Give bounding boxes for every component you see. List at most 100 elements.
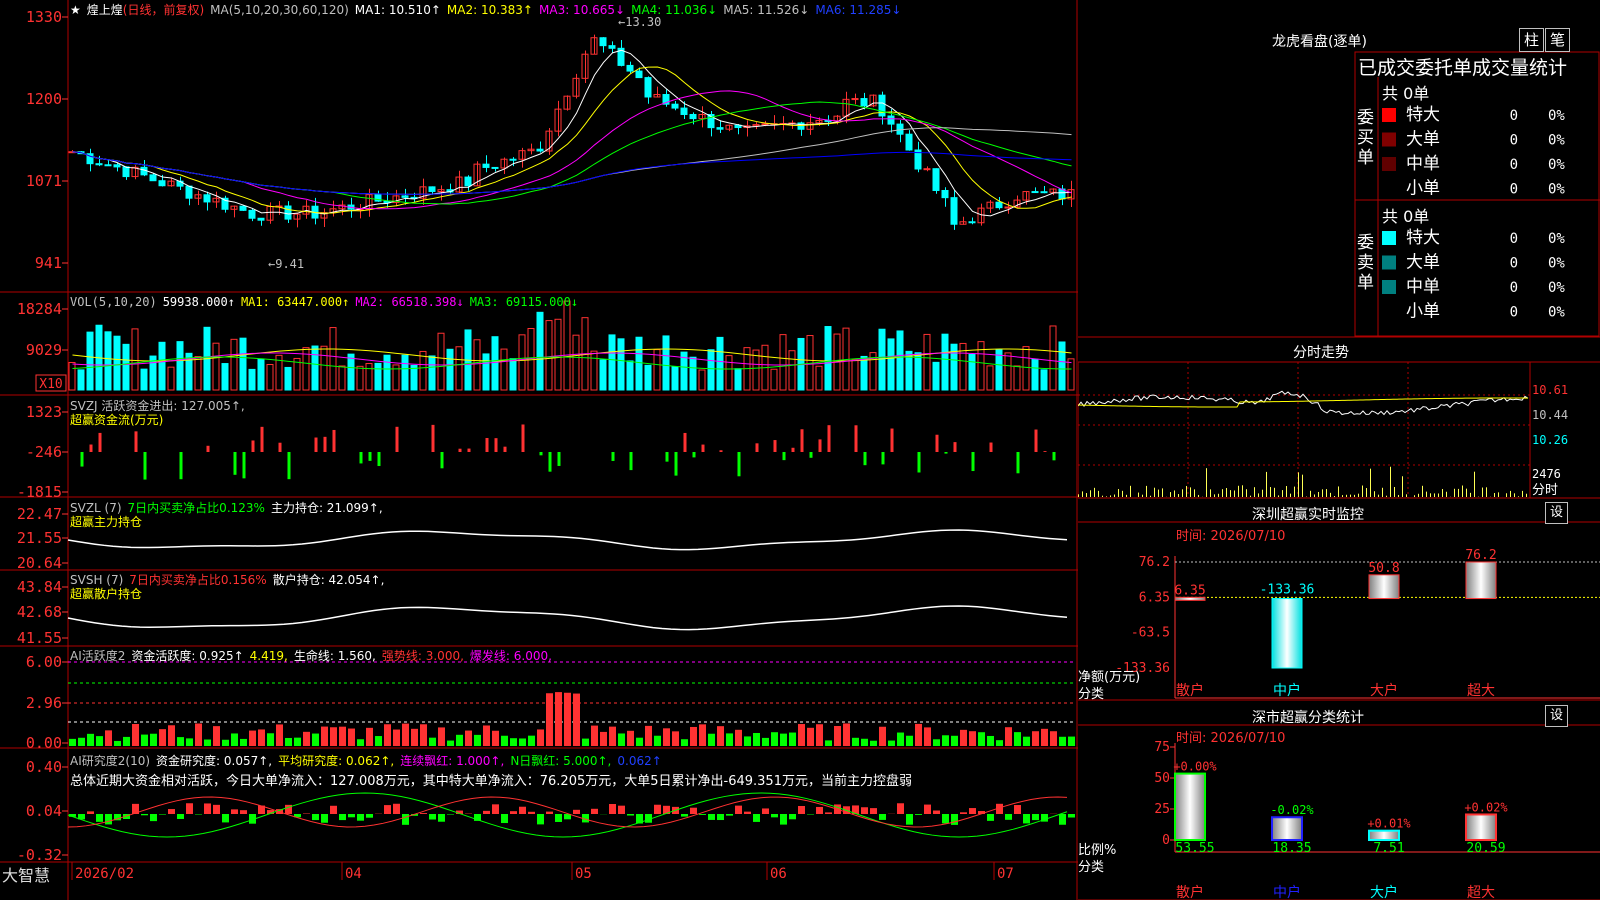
svzj-bar bbox=[557, 452, 561, 466]
ai1-bar bbox=[438, 727, 445, 746]
svsh-sub: 超赢散户持仓 bbox=[70, 587, 143, 601]
volume-bar bbox=[1013, 365, 1021, 391]
ai2-bar bbox=[393, 803, 400, 814]
sell-row-count: 0 bbox=[1510, 231, 1518, 247]
ai2-bar bbox=[177, 814, 184, 819]
ma3-value: MA3: 10.665↓ bbox=[539, 3, 626, 17]
volume-bar bbox=[617, 338, 625, 391]
x-axis-label: 07 bbox=[997, 866, 1014, 882]
volume-bar bbox=[212, 342, 220, 391]
volume-bar bbox=[977, 341, 985, 391]
svzj-bar bbox=[278, 442, 282, 452]
intraday-vol-bar bbox=[1482, 487, 1483, 497]
candle-body bbox=[149, 174, 157, 182]
sell-row-label: 小单 bbox=[1406, 302, 1440, 322]
intraday-vol-bar bbox=[1150, 495, 1151, 497]
ai2-bar bbox=[987, 814, 994, 821]
sell-total: 共 0单 bbox=[1382, 207, 1430, 226]
ai1-bar bbox=[735, 729, 742, 746]
ai2-bar bbox=[87, 811, 94, 814]
volume-bar bbox=[824, 326, 832, 391]
volume-bar bbox=[113, 335, 121, 391]
ai1-bar bbox=[789, 732, 796, 746]
intraday-vol-bar bbox=[1326, 489, 1327, 497]
bar-view-button[interactable]: 柱 bbox=[1519, 28, 1544, 52]
price-axis-label: 941 bbox=[35, 254, 62, 272]
svzj-bar bbox=[881, 452, 885, 465]
intraday-vol-bar bbox=[1110, 495, 1111, 497]
ai2-bar bbox=[492, 804, 499, 814]
intraday-vol-bar bbox=[1158, 489, 1159, 497]
x-axis-label: 06 bbox=[770, 866, 787, 882]
sell-row-pct: 0% bbox=[1548, 305, 1565, 321]
candle-body bbox=[635, 70, 643, 79]
candle-body bbox=[284, 205, 292, 220]
ai2-bar bbox=[861, 807, 868, 814]
dragon-tabs[interactable]: 已成交委托单成交量统计 bbox=[1358, 53, 1567, 80]
volume-bar bbox=[356, 365, 364, 391]
buy-row-label: 大单 bbox=[1406, 130, 1440, 150]
ai1-info-line: AI活跃度2 资金活跃度: 0.925↑ 4.419, 生命线: 1.560, 强势线:… bbox=[70, 647, 558, 664]
classify-y-label: 50 bbox=[1154, 771, 1170, 786]
intraday-vol-bar bbox=[1258, 493, 1259, 497]
sell-row-pct: 0% bbox=[1548, 280, 1565, 296]
candle-body bbox=[1040, 191, 1048, 194]
volume-bar bbox=[482, 353, 490, 391]
sell-row-pct: 0% bbox=[1548, 231, 1565, 247]
ai1-bar bbox=[456, 734, 463, 746]
intraday-vol-bar bbox=[1358, 493, 1359, 497]
volume-bar bbox=[518, 334, 526, 391]
ai2-bar bbox=[690, 807, 697, 814]
svzj-bar bbox=[458, 448, 462, 452]
intraday-vol-bar bbox=[1270, 487, 1271, 497]
classify-y-label: 0 bbox=[1162, 833, 1170, 848]
ma2-value: MA2: 10.383↑ bbox=[446, 3, 533, 17]
volume-bar bbox=[689, 356, 697, 391]
volume-bar bbox=[770, 368, 778, 391]
svzj-bar bbox=[485, 437, 489, 452]
volume-bar bbox=[158, 341, 166, 391]
intraday-vol-bar bbox=[1082, 491, 1083, 497]
ai2-bar bbox=[429, 814, 436, 820]
monitor-bar-label: 6.35 bbox=[1174, 583, 1205, 598]
ai1-bar bbox=[330, 727, 337, 746]
intraday-vol-bar bbox=[1506, 493, 1507, 497]
intraday-vol-bar bbox=[1298, 472, 1299, 497]
ai1-bar bbox=[915, 723, 922, 746]
volume-bar bbox=[563, 300, 571, 391]
ai2-bar bbox=[681, 814, 688, 817]
intraday-vol-bar bbox=[1486, 487, 1487, 497]
ai2-bar bbox=[654, 804, 661, 814]
ai2-bar bbox=[951, 814, 958, 825]
ai1-bar bbox=[357, 739, 364, 746]
svzj-bar bbox=[440, 452, 444, 469]
ai2-bar bbox=[402, 814, 409, 825]
ai1-bar bbox=[168, 725, 175, 746]
svzj-bar bbox=[98, 432, 102, 452]
intraday-vol-bar bbox=[1278, 495, 1279, 497]
ai2-bar bbox=[501, 814, 508, 824]
classify-bar bbox=[1174, 772, 1206, 842]
ai2-bar bbox=[798, 805, 805, 814]
classify-settings-button[interactable]: 设 bbox=[1545, 705, 1568, 727]
intraday-vol-bar bbox=[1386, 495, 1387, 497]
svzj-bar bbox=[737, 452, 741, 477]
pen-view-button[interactable]: 笔 bbox=[1545, 28, 1570, 52]
main-info-line: ★ 煌上煌(日线，前复权) MA(5,10,20,30,60,120) MA1: 10… bbox=[70, 1, 907, 18]
ai2-bar bbox=[744, 811, 751, 814]
monitor-settings-button[interactable]: 设 bbox=[1545, 502, 1568, 524]
svzj-bar bbox=[548, 452, 552, 472]
candle-body bbox=[995, 201, 1003, 209]
ai1-bar bbox=[546, 693, 553, 746]
intraday-vol-bar bbox=[1078, 494, 1079, 497]
favorite-star-icon[interactable]: ★ bbox=[70, 3, 81, 17]
ai1-bar bbox=[996, 740, 1003, 746]
intraday-vol-bar bbox=[1446, 491, 1447, 497]
ma1-value: MA1: 10.510↑ bbox=[354, 3, 441, 17]
ai2-bar bbox=[1023, 814, 1030, 824]
ai1-bar bbox=[177, 737, 184, 746]
volume-bar bbox=[176, 341, 184, 391]
intraday-vol-bar bbox=[1314, 494, 1315, 497]
vol-unit-label: X10 bbox=[39, 377, 62, 392]
intraday-vol-bar bbox=[1198, 494, 1199, 497]
